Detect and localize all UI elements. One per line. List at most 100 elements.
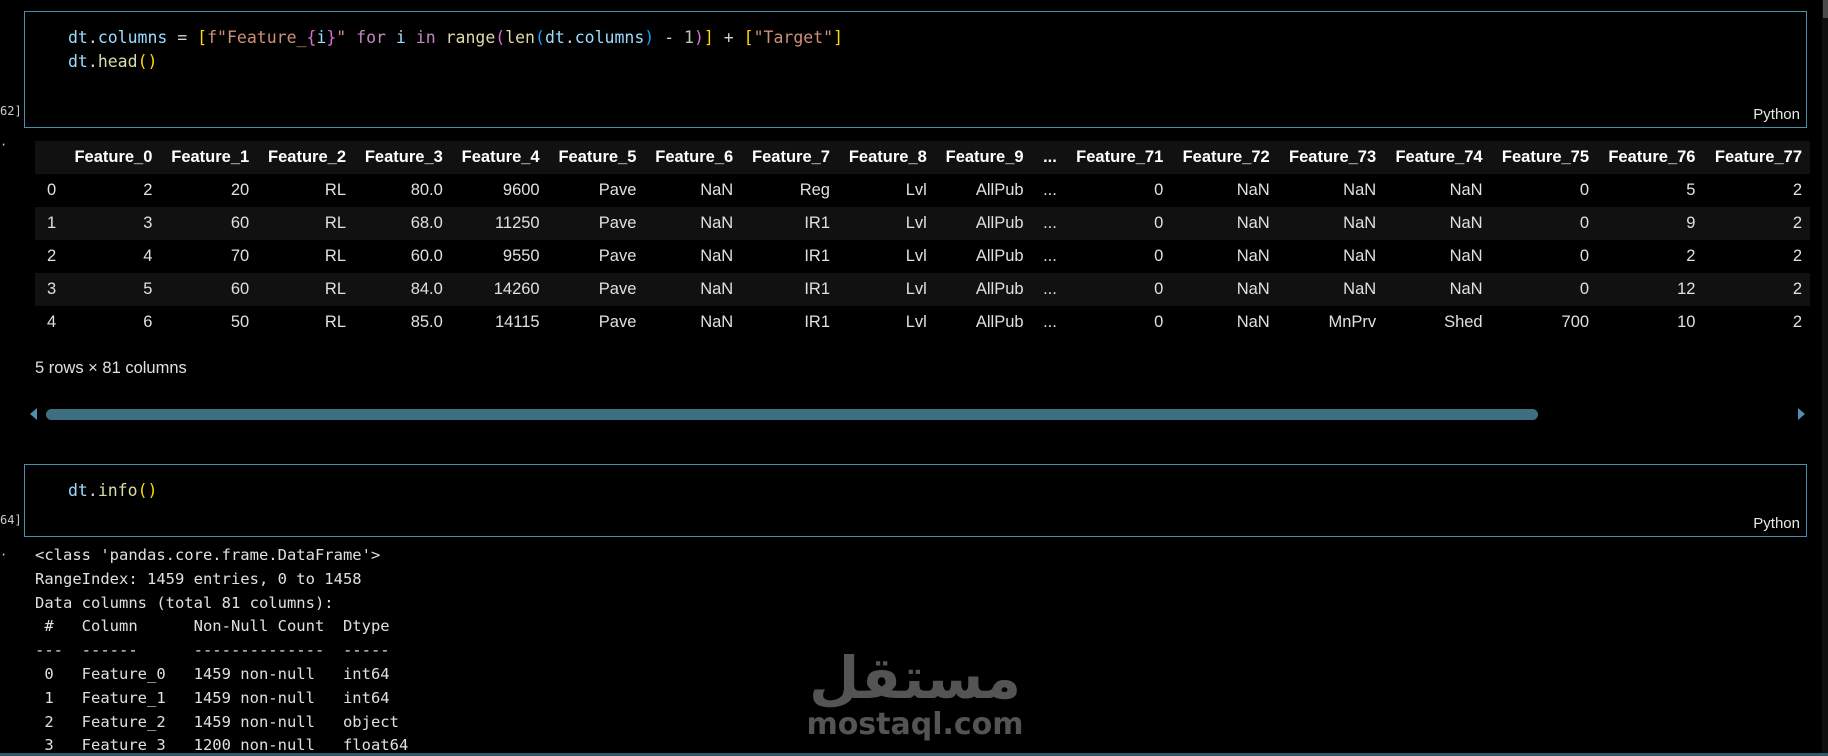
table-cell: Lvl bbox=[905, 214, 927, 232]
table-cell: 60 bbox=[230, 280, 250, 298]
dataframe-column-header: ... bbox=[1031, 141, 1065, 174]
table-cell: 60 bbox=[230, 214, 250, 232]
table-cell: 5 bbox=[1686, 181, 1696, 199]
table-cell: IR1 bbox=[804, 280, 830, 298]
table-cell: Pave bbox=[598, 181, 637, 199]
table-cell: 9600 bbox=[502, 181, 540, 199]
table-cell: ... bbox=[1043, 247, 1057, 265]
dataframe-column-header: Feature_1 bbox=[160, 141, 258, 174]
table-cell: RL bbox=[324, 280, 347, 298]
table-cell: 2 bbox=[1792, 181, 1802, 199]
table-cell: IR1 bbox=[804, 313, 830, 331]
table-cell: NaN bbox=[700, 280, 734, 298]
table-cell: NaN bbox=[1343, 280, 1377, 298]
table-cell: ... bbox=[1043, 313, 1057, 331]
table-cell: 68.0 bbox=[410, 214, 443, 232]
table-cell: 5 bbox=[143, 280, 153, 298]
table-cell: 14260 bbox=[493, 280, 540, 298]
dataframe-column-header: Feature_4 bbox=[450, 141, 548, 174]
watermark-arabic: مستقل bbox=[808, 644, 1022, 712]
info-output-text: <class 'pandas.core.frame.DataFrame'> Ran… bbox=[35, 544, 408, 756]
scroll-right-icon[interactable] bbox=[1798, 408, 1805, 420]
table-cell: 9 bbox=[1686, 214, 1696, 232]
table-cell: 3 bbox=[143, 214, 153, 232]
vertical-scrollbar[interactable] bbox=[1822, 0, 1828, 756]
table-cell: Pave bbox=[598, 280, 637, 298]
table-row: 3 5 60 RL 84.0 14260 Pave NaN IR1 Lvl AllPub... 0 Na… bbox=[35, 273, 1810, 306]
row-index: 3 bbox=[47, 280, 57, 298]
table-cell: AllPub bbox=[975, 181, 1024, 199]
table-cell: 2 bbox=[143, 181, 153, 199]
table-cell: RL bbox=[324, 313, 347, 331]
scroll-left-icon[interactable] bbox=[30, 408, 37, 420]
table-cell: 80.0 bbox=[410, 181, 443, 199]
row-index: 1 bbox=[47, 214, 57, 232]
table-cell: NaN bbox=[1343, 247, 1377, 265]
table-row: 0 2 20 RL 80.0 9600 Pave NaN Reg Lvl AllPub... 0 NaN… bbox=[35, 174, 1810, 207]
cell-language-label[interactable]: Python bbox=[1753, 515, 1800, 532]
dataframe-column-header: Feature_72 bbox=[1171, 141, 1278, 174]
dataframe-column-header: Feature_74 bbox=[1384, 141, 1491, 174]
table-cell: Lvl bbox=[905, 181, 927, 199]
table-cell: NaN bbox=[1343, 214, 1377, 232]
scrollbar-thumb[interactable] bbox=[46, 409, 1538, 420]
dataframe-shape: 5 rows × 81 columns bbox=[35, 359, 187, 377]
table-cell: Lvl bbox=[905, 247, 927, 265]
info-output-line: <class 'pandas.core.frame.DataFrame'> bbox=[35, 546, 381, 564]
dataframe-output: Feature_0 Feature_1 Feature_2 Feature_3 Feat… bbox=[35, 141, 1810, 341]
notebook-page: 62] dt.columns = [f"Feature_{i}" for i i… bbox=[0, 0, 1828, 756]
table-cell: NaN bbox=[700, 181, 734, 199]
table-row: 4 6 50 RL 85.0 14115 Pave NaN IR1 Lvl AllPub... 0 Na… bbox=[35, 306, 1810, 339]
dataframe-column-header: Feature_71 bbox=[1064, 141, 1172, 174]
table-cell: 0 bbox=[1154, 280, 1164, 298]
table-cell: Lvl bbox=[905, 280, 927, 298]
table-cell: RL bbox=[324, 214, 347, 232]
table-cell: NaN bbox=[1449, 247, 1483, 265]
dataframe-column-header: Feature_3 bbox=[354, 141, 451, 174]
code-cell-2[interactable]: dt.info() Python bbox=[24, 464, 1807, 537]
table-cell: 12 bbox=[1677, 280, 1696, 298]
table-row: 1 3 60 RL 68.0 11250 Pave NaN IR1 Lvl AllPub... 0 Na… bbox=[35, 207, 1810, 240]
table-cell: 0 bbox=[1579, 280, 1590, 298]
cell-language-label[interactable]: Python bbox=[1753, 106, 1800, 123]
table-cell: 0 bbox=[1154, 247, 1164, 265]
dataframe-column-header: Feature_5 bbox=[547, 141, 645, 174]
table-cell: 0 bbox=[1579, 181, 1590, 199]
table-cell: NaN bbox=[1343, 181, 1377, 199]
output-2-marker: · bbox=[0, 548, 8, 562]
dataframe-column-header: Feature_77 bbox=[1703, 141, 1810, 174]
table-cell: 85.0 bbox=[410, 313, 443, 331]
table-cell: IR1 bbox=[804, 214, 830, 232]
table-cell: NaN bbox=[1236, 280, 1270, 298]
dataframe-column-header: Feature_76 bbox=[1597, 141, 1704, 174]
table-cell: 2 bbox=[1792, 214, 1802, 232]
cell-1-exec-count: 62] bbox=[0, 104, 22, 118]
dataframe-header-row: Feature_0 Feature_1 Feature_2 Feature_3 Feat… bbox=[35, 141, 1810, 174]
table-cell: NaN bbox=[1236, 181, 1270, 199]
dataframe-column-header: Feature_7 bbox=[741, 141, 838, 174]
row-index: 0 bbox=[47, 181, 57, 199]
table-cell: 2 bbox=[1792, 313, 1802, 331]
table-row: 2 4 70 RL 60.0 9550 Pave NaN IR1 Lvl AllPub... 0 NaN… bbox=[35, 240, 1810, 273]
info-output-line: Data columns (total 81 columns): bbox=[35, 593, 334, 612]
vertical-scrollbar-thumb[interactable] bbox=[1823, 0, 1828, 18]
table-cell: Pave bbox=[598, 247, 637, 265]
table-cell: 70 bbox=[230, 247, 250, 265]
code-cell-1[interactable]: dt.columns = [f"Feature_{i}" for i in ra… bbox=[24, 11, 1807, 128]
code-editor-2[interactable]: dt.info() bbox=[68, 479, 157, 503]
table-cell: 4 bbox=[143, 247, 153, 265]
table-cell: NaN bbox=[1236, 214, 1270, 232]
table-cell: NaN bbox=[700, 247, 734, 265]
table-cell: 6 bbox=[143, 313, 153, 331]
dataframe-index-header bbox=[35, 141, 65, 174]
table-cell: 9550 bbox=[502, 247, 540, 265]
dataframe-column-header: Feature_8 bbox=[838, 141, 935, 174]
table-cell: 2 bbox=[1792, 280, 1802, 298]
table-cell: Shed bbox=[1444, 313, 1483, 331]
info-output-line: --- ------ -------------- ----- bbox=[35, 641, 409, 660]
table-cell: 2 bbox=[1686, 247, 1696, 265]
code-editor-1[interactable]: dt.columns = [f"Feature_{i}" for i in ra… bbox=[68, 26, 843, 74]
info-output-line: 0 Feature_0 1459 non-null int64 bbox=[35, 664, 409, 683]
horizontal-scrollbar[interactable] bbox=[30, 406, 1805, 422]
dataframe-column-header: Feature_6 bbox=[644, 141, 742, 174]
